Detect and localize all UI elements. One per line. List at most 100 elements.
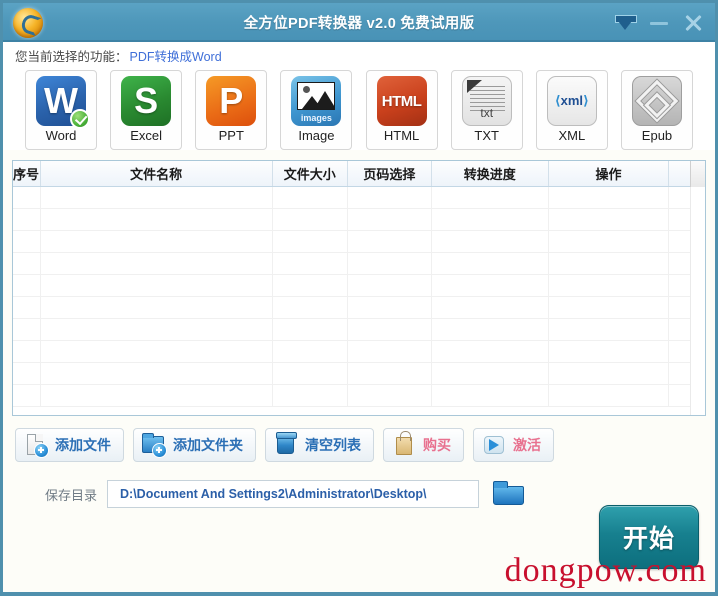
table-row[interactable]	[13, 187, 705, 209]
table-row[interactable]	[13, 363, 705, 385]
table-cell	[432, 209, 549, 230]
save-directory-row: 保存目录 D:\Document And Settings2\Administr…	[3, 462, 715, 508]
add-file-button[interactable]: 添加文件	[15, 428, 124, 462]
scrollbar-corner[interactable]	[690, 161, 705, 187]
table-row[interactable]	[13, 275, 705, 297]
table-cell	[13, 319, 41, 340]
window-controls	[615, 13, 703, 33]
table-cell	[41, 187, 273, 208]
image-sun	[303, 86, 311, 93]
format-label-excel: Excel	[130, 128, 163, 143]
shopping-bag-icon	[391, 431, 417, 458]
table-cell	[432, 363, 549, 384]
table-row[interactable]	[13, 319, 705, 341]
column-header-pagerange[interactable]: 页码选择	[348, 161, 432, 186]
table-cell	[432, 253, 549, 274]
format-label-xml: XML	[558, 128, 586, 143]
table-cell	[273, 253, 349, 274]
format-button-html[interactable]: HTML HTML	[365, 70, 438, 150]
shopping-bag	[396, 431, 412, 455]
column-header-filename[interactable]: 文件名称	[41, 161, 273, 186]
start-button-label: 开始	[622, 525, 675, 553]
minimize-dash-icon[interactable]	[649, 14, 669, 32]
excel-icon: S	[121, 76, 172, 126]
close-x-icon[interactable]	[683, 13, 703, 33]
table-cell	[273, 209, 349, 230]
table-cell	[549, 363, 670, 384]
word-icon: W	[36, 76, 90, 129]
table-cell	[549, 209, 670, 230]
column-header-operation[interactable]: 操作	[549, 161, 670, 186]
table-cell	[549, 231, 670, 252]
table-body	[13, 187, 705, 415]
table-row[interactable]	[13, 231, 705, 253]
current-function-label: 您当前选择的功能：	[15, 49, 128, 64]
excel-glyph: S	[134, 80, 159, 121]
trash-can	[276, 432, 297, 454]
table-cell	[432, 385, 549, 406]
format-button-image[interactable]: images Image	[280, 70, 353, 150]
ppt-glyph: P	[219, 80, 244, 121]
table-cell	[13, 341, 41, 362]
table-cell	[432, 231, 549, 252]
window-title: 全方位PDF转换器 v2.0 免费试用版	[243, 16, 475, 32]
vertical-scrollbar[interactable]	[690, 187, 705, 415]
table-row[interactable]	[13, 209, 705, 231]
add-folder-button[interactable]: 添加文件夹	[133, 428, 256, 462]
format-label-image: Image	[298, 128, 335, 143]
table-cell	[273, 297, 349, 318]
column-header-progress[interactable]: 转换进度	[432, 161, 549, 186]
folder-icon[interactable]	[493, 481, 525, 506]
activate-button[interactable]: 激活	[473, 428, 554, 462]
format-button-xml[interactable]: ⟨xml⟩ XML	[535, 70, 608, 150]
table-cell	[348, 209, 432, 230]
table-cell	[41, 319, 273, 340]
txt-icon: txt	[461, 76, 512, 126]
format-button-txt[interactable]: txt TXT	[450, 70, 523, 150]
format-button-epub[interactable]: Epub	[620, 70, 693, 150]
table-row[interactable]	[13, 297, 705, 319]
table-cell	[13, 275, 41, 296]
activate-arrow-icon	[481, 432, 507, 458]
purchase-button[interactable]: 购买	[383, 428, 464, 462]
format-label-epub: Epub	[641, 128, 673, 143]
activate-arrow	[484, 436, 504, 454]
format-label-word: Word	[45, 128, 77, 143]
start-button[interactable]: 开始	[599, 505, 699, 569]
table-cell	[348, 253, 432, 274]
table-cell	[549, 275, 670, 296]
table-cell	[348, 363, 432, 384]
file-list-table: 序号 文件名称 文件大小 页码选择 转换进度 操作	[12, 160, 706, 416]
table-cell	[432, 319, 549, 340]
table-row[interactable]	[13, 385, 705, 407]
table-cell	[41, 341, 273, 362]
table-cell	[549, 297, 670, 318]
tray-arrow-down-icon[interactable]	[615, 14, 637, 32]
xml-glyph: ⟨xml⟩	[554, 93, 589, 108]
table-cell	[432, 187, 549, 208]
save-path-input[interactable]: D:\Document And Settings2\Administrator\…	[107, 480, 480, 508]
table-cell	[348, 385, 432, 406]
table-cell	[549, 253, 670, 274]
table-cell	[273, 363, 349, 384]
column-header-filesize[interactable]: 文件大小	[273, 161, 349, 186]
table-header-row: 序号 文件名称 文件大小 页码选择 转换进度 操作	[13, 161, 705, 187]
plus-badge-icon	[152, 443, 167, 458]
clear-list-button[interactable]: 清空列表	[265, 428, 374, 462]
table-row[interactable]	[13, 253, 705, 275]
format-button-word[interactable]: W Word	[25, 70, 97, 150]
table-cell	[549, 319, 670, 340]
format-button-excel[interactable]: S Excel	[110, 70, 183, 150]
table-row[interactable]	[13, 341, 705, 363]
format-button-ppt[interactable]: P PPT	[195, 70, 268, 150]
table-cell	[13, 297, 41, 318]
table-cell	[41, 363, 273, 384]
table-cell	[348, 231, 432, 252]
format-label-txt: TXT	[474, 128, 499, 143]
table-cell	[13, 385, 41, 406]
column-header-index[interactable]: 序号	[13, 161, 41, 186]
table-cell	[432, 275, 549, 296]
table-cell	[348, 297, 432, 318]
format-label-html: HTML	[383, 128, 420, 143]
table-cell	[348, 319, 432, 340]
